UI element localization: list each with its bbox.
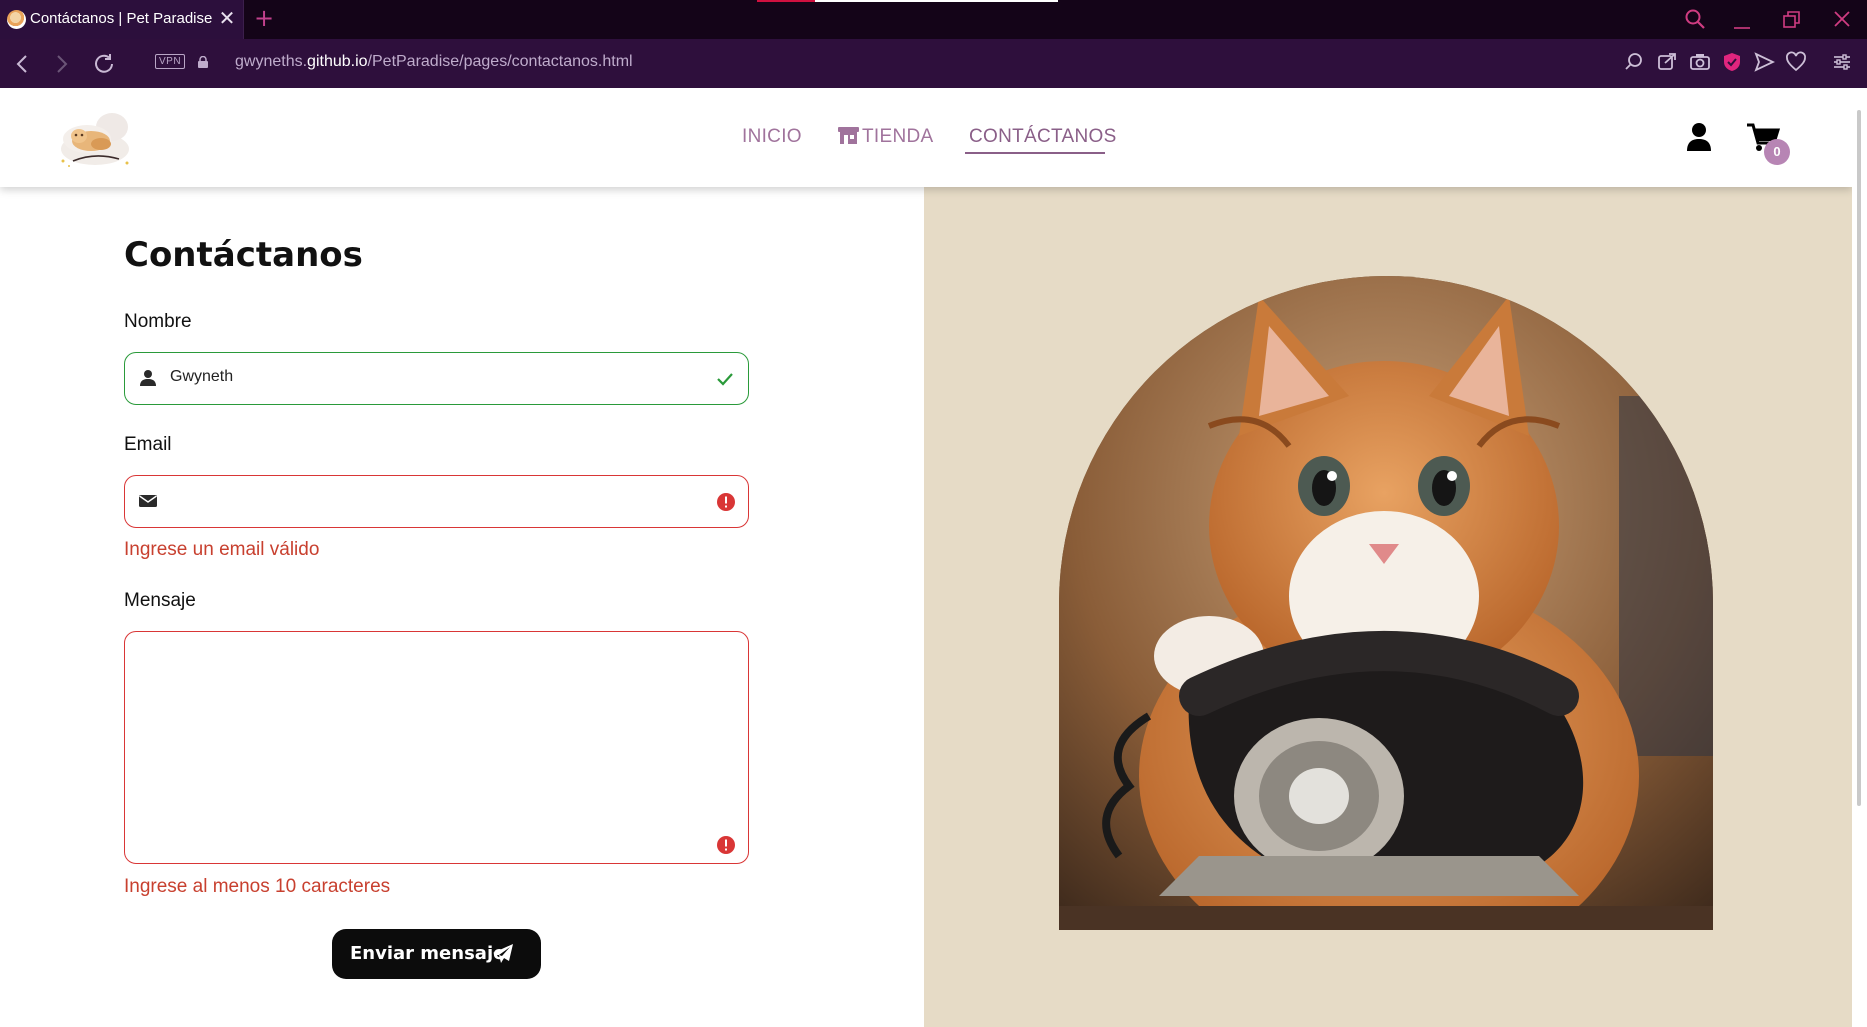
page-title: Contáctanos (124, 235, 363, 275)
pet-paradise-logo[interactable] (57, 103, 133, 171)
lock-icon[interactable] (197, 56, 209, 68)
user-icon[interactable] (1686, 122, 1712, 152)
contact-image-panel (924, 187, 1852, 1027)
name-field[interactable]: Gwyneth (124, 352, 749, 405)
tab-title: Contáctanos | Pet Paradise (30, 10, 213, 27)
send-message-label: Enviar mensaje (350, 943, 506, 964)
minimize-icon[interactable] (1731, 10, 1753, 32)
site-header: INICIO TIENDA CONTÁCTANOS 0 (0, 88, 1852, 187)
send-icon[interactable] (1753, 51, 1775, 73)
camera-icon[interactable] (1689, 51, 1711, 73)
share-icon[interactable] (1656, 51, 1678, 73)
error-icon (717, 836, 735, 854)
url-domain: github.io (307, 53, 368, 70)
nav-link-contactanos[interactable]: CONTÁCTANOS (969, 126, 1117, 148)
browser-tab-bar: Contáctanos | Pet Paradise ✕ + (0, 0, 1867, 39)
url-field[interactable]: gwyneths.github.io/PetParadise/pages/con… (235, 53, 633, 71)
browser-search-icon[interactable] (1684, 8, 1706, 30)
message-error-message: Ingrese al menos 10 caracteres (124, 876, 391, 897)
paper-plane-icon (493, 944, 513, 963)
restore-icon[interactable] (1781, 9, 1803, 31)
user-field-icon (140, 370, 156, 386)
error-icon (717, 493, 735, 511)
cat-telephone-image (1059, 276, 1713, 930)
message-textarea[interactable] (124, 631, 749, 864)
nav-link-inicio[interactable]: INICIO (742, 126, 802, 148)
page-viewport: INICIO TIENDA CONTÁCTANOS 0 Contáctanos … (0, 88, 1852, 1027)
tab-favicon-icon (7, 10, 26, 29)
store-icon (838, 127, 859, 144)
email-field[interactable] (124, 475, 749, 528)
forward-icon[interactable] (49, 53, 73, 75)
new-tab-icon[interactable]: + (254, 4, 274, 32)
name-label: Nombre (124, 311, 192, 332)
scrollbar-thumb[interactable] (1857, 110, 1861, 806)
close-icon[interactable] (1831, 8, 1853, 30)
send-message-button[interactable]: Enviar mensaje (332, 929, 541, 979)
vpn-badge[interactable]: VPN (155, 54, 186, 69)
page-search-icon[interactable] (1623, 51, 1645, 73)
email-label: Email (124, 434, 172, 455)
back-icon[interactable] (11, 53, 35, 75)
tab-close-icon[interactable]: ✕ (217, 8, 237, 28)
envelope-icon (139, 495, 157, 507)
url-prefix: gwyneths. (235, 53, 308, 70)
nav-active-underline (965, 152, 1105, 154)
check-icon (717, 373, 733, 386)
settings-icon[interactable] (1831, 51, 1853, 73)
nav-link-tienda[interactable]: TIENDA (838, 126, 933, 148)
email-error-message: Ingrese un email válido (124, 539, 320, 560)
name-value: Gwyneth (170, 368, 234, 385)
nav-link-tienda-label: TIENDA (862, 126, 934, 147)
cart-count-badge: 0 (1764, 139, 1790, 165)
message-label: Mensaje (124, 590, 196, 611)
reload-icon[interactable] (93, 53, 117, 75)
tab-accent-line (757, 0, 815, 2)
tab-accent-line-light (815, 0, 1058, 2)
browser-address-bar: VPN gwyneths.github.io/PetParadise/pages… (0, 39, 1867, 88)
heart-icon[interactable] (1785, 51, 1807, 73)
url-path: /PetParadise/pages/contactanos.html (367, 53, 633, 70)
shield-icon[interactable] (1721, 51, 1743, 73)
browser-tab-active[interactable]: Contáctanos | Pet Paradise ✕ (0, 0, 244, 39)
